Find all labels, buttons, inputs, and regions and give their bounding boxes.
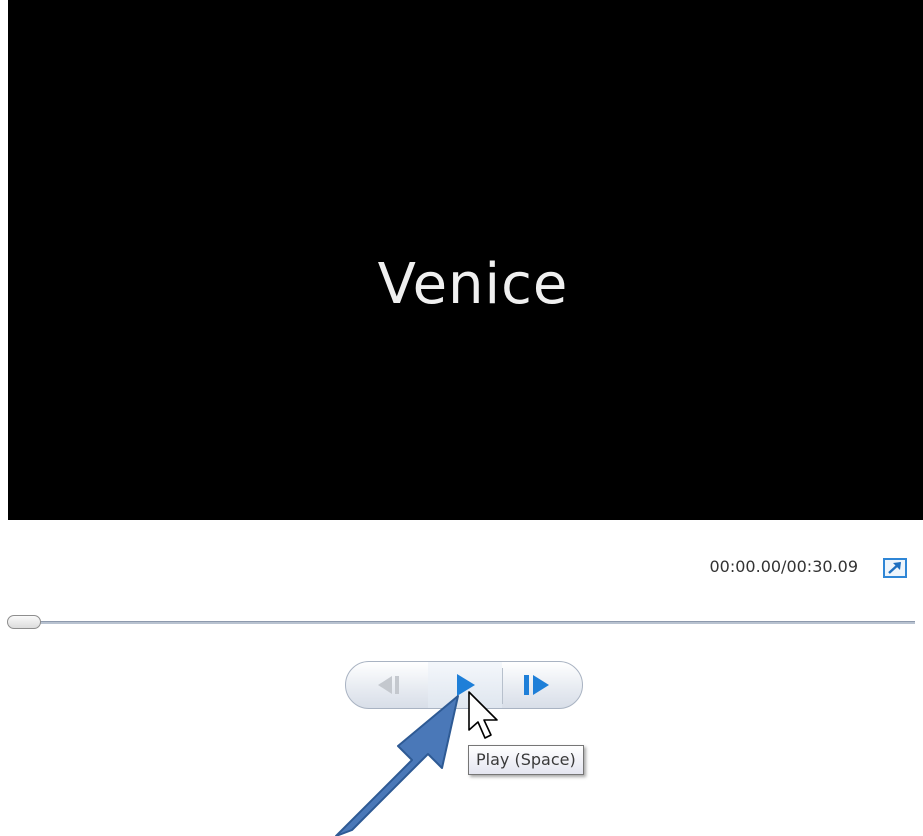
fullscreen-icon [883,558,907,578]
movie-maker-preview-pane: Venice 00:00.00/00:30.09 Play (Space) [0,0,923,836]
next-frame-button[interactable] [502,662,582,708]
seek-bar-thumb[interactable] [7,615,41,629]
video-preview-monitor[interactable]: Venice [8,0,923,520]
next-frame-icon [524,675,549,695]
fullscreen-button[interactable] [880,557,910,579]
play-button[interactable] [428,662,502,708]
preview-title-text: Venice [377,252,569,317]
transport-controls [345,661,583,709]
play-tooltip: Play (Space) [468,745,584,775]
previous-frame-icon [378,676,399,694]
play-icon [457,674,475,696]
time-readout: 00:00.00/00:30.09 [709,557,859,576]
seek-bar-track[interactable] [8,621,915,624]
previous-frame-button[interactable] [346,662,428,708]
callout-arrow-icon [335,695,459,836]
